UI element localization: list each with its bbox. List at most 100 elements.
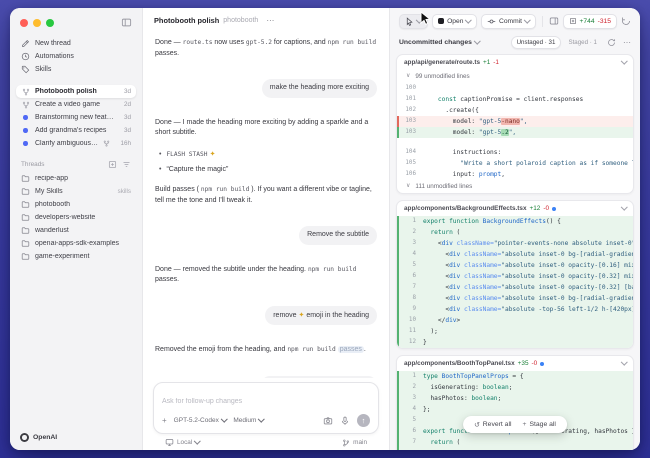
diffstat-button[interactable]: +744 -315 <box>563 14 617 29</box>
thread-title: Clarify ambiguous request <box>35 140 98 147</box>
code-segment: , <box>501 171 505 178</box>
file-diff-header[interactable]: app/components/BackgroundEffects.tsx+12-… <box>397 201 633 216</box>
repo-label: photobooth <box>223 17 258 24</box>
folder-list-item[interactable]: photobooth <box>16 198 136 211</box>
line-number: 3 <box>399 238 423 249</box>
file-diff-header[interactable]: app/api/generate/route.ts+1-1 <box>397 55 633 70</box>
screenshot-icon[interactable] <box>323 416 333 426</box>
folder-icon <box>21 200 30 209</box>
tab-unstaged[interactable]: Unstaged · 31 <box>511 36 562 49</box>
code-segment: }; <box>423 406 430 413</box>
folder-list-item[interactable]: recipe-app <box>16 172 136 185</box>
tab-staged[interactable]: Staged · 1 <box>565 37 600 48</box>
file-diff-list: app/api/generate/route.ts+1-1∨ 99 unmodif… <box>390 53 640 450</box>
diff-row: ∨111 unmodified lines <box>397 180 633 193</box>
fold-label[interactable]: 99 unmodified lines <box>415 71 469 82</box>
diff-toolbar: Open Commit +744 -315 <box>390 8 640 32</box>
sidebar-item-skills[interactable]: Skills <box>16 63 136 76</box>
open-label: Open <box>447 18 463 25</box>
message-segment: Done — <box>155 39 183 46</box>
branch-indicator[interactable]: main <box>342 439 367 447</box>
chat-message: make the heading twice as large <box>155 369 377 379</box>
followup-input[interactable] <box>162 398 370 414</box>
message-text: make the heading more exciting <box>262 79 377 98</box>
commit-button[interactable]: Commit <box>481 14 536 29</box>
panel-toggle-button[interactable] <box>549 16 559 26</box>
minimize-window-button[interactable] <box>33 19 41 27</box>
new-folder-icon[interactable] <box>108 160 117 169</box>
file-diff-header[interactable]: app/components/BoothTopPanel.tsx+35-0 <box>397 356 633 371</box>
line-number: 6 <box>399 271 423 282</box>
sidebar-item-automations[interactable]: Automations <box>16 50 136 63</box>
thread-timestamp: 3d <box>124 88 131 95</box>
stage-all-button[interactable]: + Stage all <box>522 421 555 428</box>
close-window-button[interactable] <box>20 19 28 27</box>
sidebar-item-new-thread[interactable]: New thread <box>16 37 136 50</box>
code-segment: className= <box>460 306 501 313</box>
pencil-icon <box>23 41 29 47</box>
code-line: <div className="pointer-events-none abso… <box>423 238 633 249</box>
refresh-button[interactable] <box>607 38 616 47</box>
folder-list-item[interactable]: My Skillsskills <box>16 185 136 198</box>
diff-row: ∨103 model: "gpt-5-nano", <box>397 116 633 127</box>
code-segment: ; <box>509 384 513 391</box>
message-bullets: FLASH STASH ✦“Capture the magic” <box>159 149 377 176</box>
code-segment: < <box>423 273 449 280</box>
line-number: 104 <box>399 147 423 158</box>
code-segment: < <box>423 284 449 291</box>
message-segment: route.ts <box>183 39 213 46</box>
zoom-window-button[interactable] <box>46 19 54 27</box>
diff-row: ∨3 <div className="pointer-events-none a… <box>397 238 633 249</box>
line-number: 1 <box>399 216 423 227</box>
revert-all-button[interactable]: ↺ Revert all <box>474 421 511 429</box>
file-additions: +1 <box>483 59 490 66</box>
diff-row: ∨1export function BackgroundEffects() { <box>397 216 633 227</box>
thread-list-item[interactable]: Add grandma's recipes3d <box>16 124 136 137</box>
thread-list-item[interactable]: Create a video game2d <box>16 98 136 111</box>
thread-menu-button[interactable]: ⋯ <box>266 17 274 25</box>
code-segment: className= <box>460 284 501 291</box>
thread-list-item[interactable]: Photobooth polish3d <box>16 85 136 98</box>
code-segment: const <box>438 96 457 103</box>
diff-menu-button[interactable]: ⋯ <box>623 38 631 47</box>
changes-scope-selector[interactable]: Uncommitted changes <box>399 39 479 46</box>
fold-label[interactable]: 111 unmodified lines <box>415 181 472 192</box>
file-additions: +12 <box>530 205 541 212</box>
filter-icon[interactable] <box>122 160 131 169</box>
fold-chevron-icon: ∨ <box>406 71 410 82</box>
model-selector[interactable]: GPT-5.2-Codex <box>174 417 227 424</box>
code-segment: ", <box>520 118 527 125</box>
open-button[interactable]: Open <box>432 14 477 29</box>
app-square-icon <box>438 18 445 25</box>
mic-icon[interactable] <box>340 416 350 426</box>
code-line: isGenerating: boolean; <box>423 382 633 393</box>
folder-name: My Skills <box>35 188 111 195</box>
folder-list-item[interactable]: developers-website <box>16 211 136 224</box>
environment-selector[interactable]: Local <box>165 438 200 447</box>
send-button[interactable]: ↑ <box>357 414 370 427</box>
code-segment: captionPromise = client.responses <box>457 96 584 103</box>
reasoning-selector[interactable]: Medium <box>233 417 264 424</box>
chat-scroll-area[interactable]: Done — route.ts now uses gpt-5.2 for cap… <box>143 31 389 378</box>
folder-list-item[interactable]: openai-apps-sdk-examples <box>16 237 136 250</box>
message-segment: remove <box>273 312 298 319</box>
cursor-tool-button[interactable] <box>399 14 428 29</box>
folder-list-item[interactable]: wanderlust <box>16 224 136 237</box>
brand-label: OpenAI <box>33 434 57 441</box>
code-segment: return <box>423 229 453 236</box>
folder-list-item[interactable]: game-experiment <box>16 250 136 263</box>
sidebar-toggle-icon[interactable] <box>121 17 132 28</box>
message-segment: . <box>364 346 366 353</box>
thread-title-heading: Photobooth polish <box>154 16 219 25</box>
thread-list-item[interactable]: Brainstorming new features3d <box>16 111 136 124</box>
code-segment: .create({ <box>423 107 479 114</box>
thread-list: Photobooth polish3dCreate a video game2d… <box>16 85 136 150</box>
nav-label: New thread <box>35 40 71 47</box>
thread-list-item[interactable]: Clarify ambiguous request16h <box>16 137 136 150</box>
composer[interactable]: + GPT-5.2-Codex Medium ↑ <box>153 382 379 434</box>
history-button[interactable] <box>621 16 631 26</box>
sidebar-footer[interactable]: OpenAI <box>16 431 136 442</box>
code-segment: BackgroundEffects <box>483 218 546 225</box>
line-number: 5 <box>399 415 423 426</box>
attach-button[interactable]: + <box>162 417 167 425</box>
